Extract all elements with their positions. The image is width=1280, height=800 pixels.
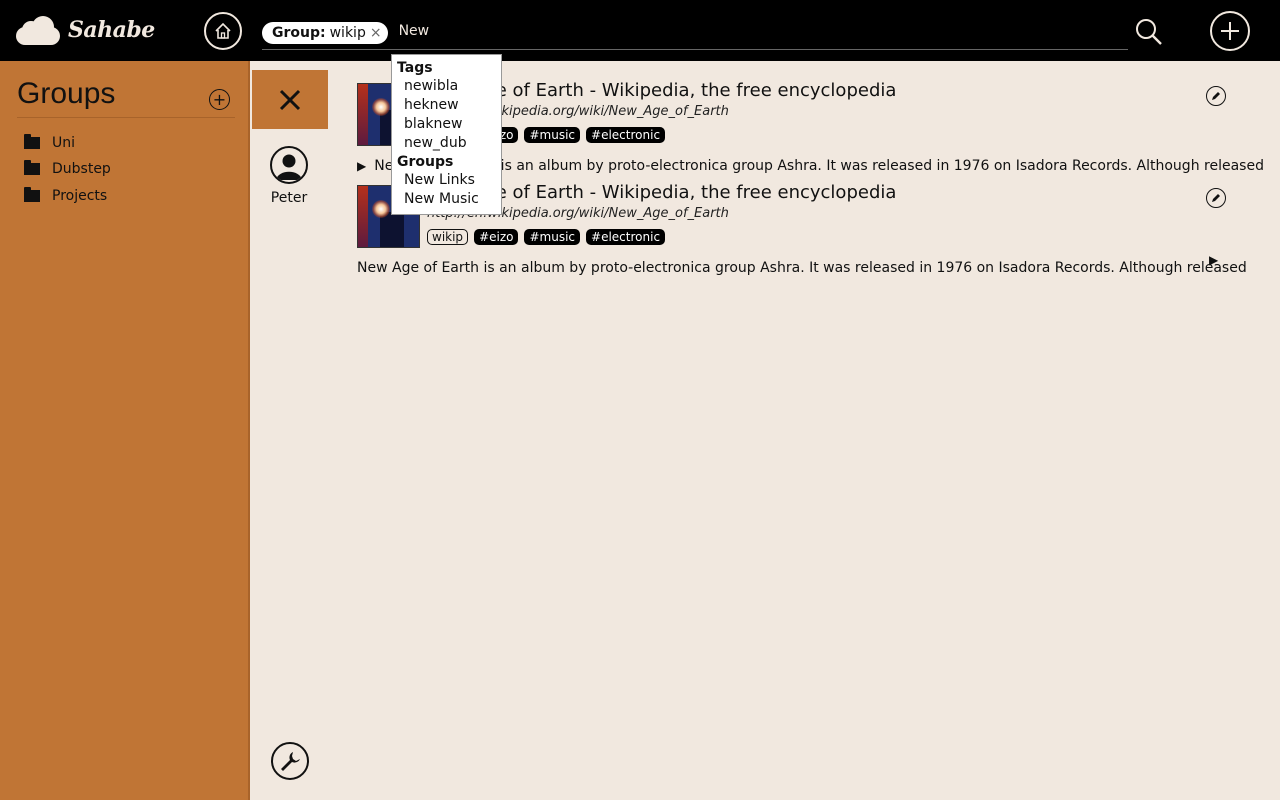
edit-icon [1212, 92, 1220, 100]
top-bar: Sahabe Group: wikip × New [0, 0, 1280, 61]
chip-remove-icon[interactable]: × [370, 25, 382, 41]
play-icon[interactable]: ▶ [357, 159, 366, 173]
edit-icon [1212, 194, 1220, 202]
add-icon [1221, 22, 1239, 40]
tag[interactable]: #music [524, 127, 581, 143]
chip-value: wikip [329, 25, 366, 41]
suggestion-group[interactable]: New Links [397, 171, 501, 190]
home-button[interactable] [204, 12, 242, 50]
suggestion-group[interactable]: New Music [397, 190, 501, 209]
sidebar-item-projects[interactable]: Projects [24, 186, 107, 206]
sidebar-item-dubstep[interactable]: Dubstep [24, 159, 111, 179]
group-filter-chip[interactable]: Group: wikip × [262, 22, 388, 44]
sidebar-item-uni[interactable]: Uni [24, 133, 75, 153]
tag[interactable]: #music [524, 229, 581, 245]
suggestion-tag[interactable]: newibla [397, 77, 501, 96]
search-button[interactable] [1134, 17, 1164, 47]
settings-button[interactable] [271, 742, 309, 780]
link-description: New Age of Earth is an album by proto-el… [357, 260, 1247, 276]
home-icon [215, 22, 231, 39]
folder-icon [24, 187, 40, 202]
link-description-row: New Age of Earth is an album by proto-el… [357, 260, 1247, 276]
suggestion-tag[interactable]: heknew [397, 96, 501, 115]
close-icon [279, 89, 301, 110]
folder-label: Dubstep [52, 161, 111, 177]
link-description: New Age of Earth is an album by proto-el… [374, 158, 1264, 174]
edit-link-button[interactable] [1206, 188, 1226, 208]
folder-label: Uni [52, 135, 76, 151]
suggestions-groups-header: Groups [397, 154, 454, 170]
groups-sidebar: Groups + Uni Dubstep Projects [0, 61, 250, 800]
tag[interactable]: #electronic [586, 127, 666, 143]
search-input[interactable]: New [399, 23, 430, 39]
user-name: Peter [270, 190, 308, 206]
cloud-logo-icon [16, 15, 60, 45]
tag[interactable]: #eizo [474, 229, 519, 245]
user-profile[interactable]: Peter [270, 146, 308, 206]
search-bar[interactable]: Group: wikip × New [262, 20, 1128, 50]
brand-name: Sahabe [68, 17, 155, 43]
tag[interactable]: #electronic [586, 229, 666, 245]
suggestions-tags-header: Tags [397, 60, 433, 76]
logo[interactable]: Sahabe [16, 14, 155, 46]
folder-icon [24, 160, 40, 175]
suggestion-tag[interactable]: new_dub [397, 134, 501, 153]
folder-icon [24, 134, 40, 149]
edit-link-button[interactable] [1206, 86, 1226, 106]
suggestions-dropdown: Tags newibla heknew blaknew new_dub Grou… [391, 54, 502, 215]
add-link-button[interactable] [1210, 11, 1250, 51]
search-icon [1136, 19, 1162, 45]
wrench-icon [281, 752, 300, 771]
folder-label: Projects [52, 188, 108, 204]
user-icon [270, 146, 308, 184]
suggestion-tag[interactable]: blaknew [397, 115, 501, 134]
chip-key: Group: [272, 25, 326, 41]
add-group-button[interactable]: + [209, 89, 230, 110]
sidebar-title: Groups [17, 77, 116, 110]
sidebar-divider [17, 117, 235, 118]
group-tag[interactable]: wikip [427, 229, 469, 245]
link-tags: wikip #eizo #music #electronic [427, 229, 666, 245]
close-sidebar-button[interactable] [252, 70, 328, 129]
add-icon: + [212, 89, 227, 109]
play-icon[interactable]: ▶ [1209, 253, 1218, 267]
